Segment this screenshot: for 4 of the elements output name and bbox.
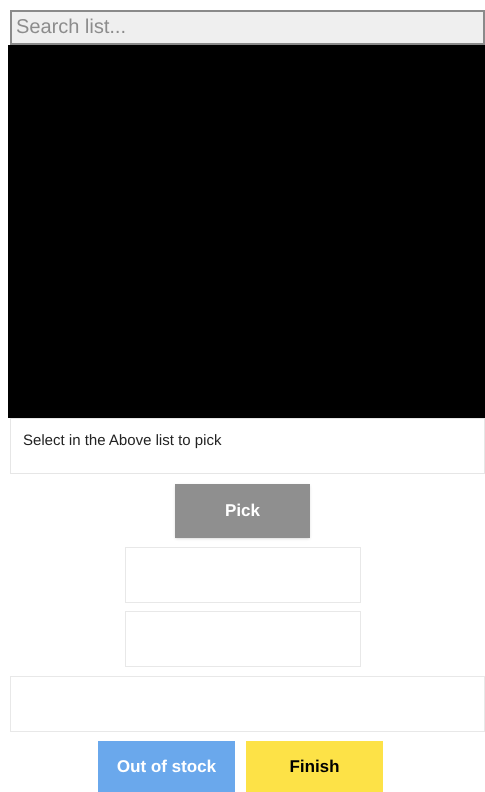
finish-button[interactable]: Finish bbox=[246, 741, 383, 792]
status-text: Select in the Above list to pick bbox=[23, 432, 222, 449]
out-of-stock-button[interactable]: Out of stock bbox=[98, 741, 235, 792]
search-field[interactable]: Search list... bbox=[10, 10, 485, 45]
